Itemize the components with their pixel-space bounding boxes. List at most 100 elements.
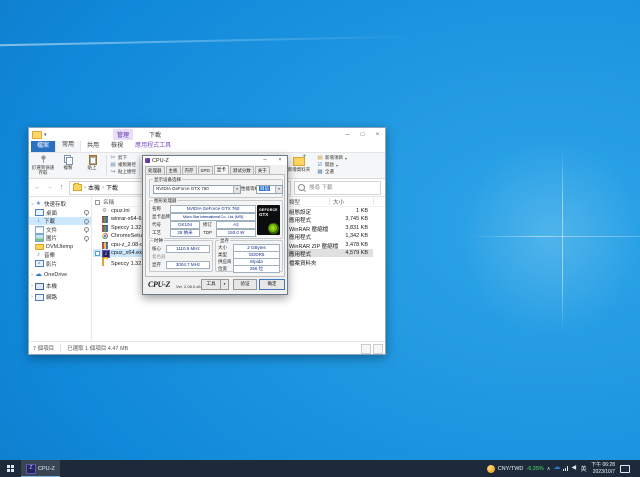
news-widget-icon[interactable] [487, 465, 495, 473]
network-icon[interactable] [563, 466, 568, 471]
select-all-button[interactable]: 全選 [317, 169, 334, 175]
open-button[interactable]: 開啟 ▾ [317, 162, 338, 168]
paste-button[interactable]: 貼上 [80, 155, 104, 170]
new-folder-button[interactable]: 新增資料夾 [287, 155, 311, 172]
tab-file[interactable]: 檔案 [31, 141, 55, 152]
tab-spd[interactable]: SPD [198, 166, 213, 174]
sidebar-item-this-pc[interactable]: › 本機 [29, 282, 91, 290]
winrar-exe-icon [102, 216, 108, 223]
core-clock-label: 核心 [152, 246, 161, 251]
tab-view[interactable]: 檢視 [105, 141, 129, 152]
tab-cpu[interactable]: 处理器 [145, 166, 165, 174]
music-icon [35, 252, 42, 258]
minimize-button[interactable]: ─ [258, 156, 272, 165]
chevron-down-icon[interactable]: ▾ [233, 186, 240, 193]
column-header-size[interactable]: 大小 [333, 198, 344, 206]
pin-icon [84, 210, 89, 215]
memory-clock-value: 3004.7 MHz [166, 261, 210, 269]
close-button[interactable]: × [273, 156, 287, 165]
paste-shortcut-button[interactable]: 貼上捷徑 [110, 169, 136, 175]
sidebar-item-documents[interactable]: 文件 [29, 226, 91, 234]
sidebar-item-quick-access[interactable]: › 快速存取 [29, 200, 91, 208]
tdp-label: TDP [203, 230, 212, 235]
perf-level-dropdown[interactable]: 目前 ▾ [256, 185, 283, 194]
display-device-dropdown[interactable]: NVIDIA GeForce GTX 760 ▾ [153, 185, 241, 194]
chevron-down-icon[interactable]: ▾ [275, 186, 282, 193]
onedrive-tray-icon[interactable] [553, 464, 560, 473]
tab-application-tools[interactable]: 應用程式工具 [129, 141, 177, 152]
copy-path-button[interactable]: 複製路徑 [110, 162, 136, 168]
validate-button[interactable]: 验证 [233, 279, 257, 290]
back-button[interactable]: ← [33, 184, 42, 191]
navigation-pane: › 快速存取 桌面 下載 文件 [29, 197, 92, 341]
tab-about[interactable]: 关于 [255, 166, 270, 174]
column-separator[interactable] [329, 198, 330, 205]
show-hidden-icons-chevron[interactable]: ∧ [547, 466, 551, 472]
start-button[interactable] [0, 460, 21, 477]
ok-button[interactable]: 确定 [259, 279, 285, 290]
folder-icon [35, 244, 44, 250]
ime-indicator[interactable]: 英 [579, 464, 588, 473]
sidebar-item-videos[interactable]: 影片 [29, 260, 91, 268]
bus-width-value: 256 位 [233, 265, 280, 273]
tab-share[interactable]: 共用 [81, 141, 105, 152]
group-legend: 显示设备选择 [153, 177, 182, 182]
sidebar-item-onedrive[interactable]: › OneDrive [29, 271, 91, 279]
cut-button[interactable]: 剪下 [110, 155, 127, 161]
select-all-checkbox[interactable] [95, 200, 100, 205]
sidebar-item-pictures[interactable]: 圖片 [29, 234, 91, 242]
tools-dropdown-icon[interactable]: ▾ [220, 279, 229, 290]
search-input[interactable] [307, 184, 377, 192]
wallpaper-light-beam [0, 35, 418, 46]
details-view-button[interactable] [361, 344, 371, 354]
minimize-button[interactable]: ─ [340, 128, 355, 141]
tab-mainboard[interactable]: 主板 [166, 166, 181, 174]
column-header-type[interactable]: 類型 [289, 198, 300, 206]
widget-currency-pair[interactable]: CNY/TWD [498, 466, 524, 472]
widget-change-percent[interactable]: -0.35% [526, 466, 543, 472]
group-legend: 图形处理器 [153, 198, 178, 203]
qat-dropdown-icon[interactable]: ▾ [44, 132, 47, 138]
row-checkbox[interactable] [95, 251, 100, 256]
technology-value: 28 纳米 [170, 229, 200, 237]
taskbar-app-cpuz[interactable]: CPU-Z [21, 460, 60, 477]
code-name-label: 代号 [152, 222, 161, 227]
breadcrumb-this-pc[interactable]: 本機 [88, 183, 100, 192]
column-separator[interactable] [373, 198, 374, 205]
speaker-icon[interactable]: ◀ [571, 464, 576, 473]
sidebar-item-desktop[interactable]: 桌面 [29, 209, 91, 217]
cpuz-titlebar[interactable]: CPU-Z ─ × [143, 156, 287, 165]
action-center-icon[interactable] [620, 465, 630, 473]
paste-shortcut-icon [110, 169, 116, 175]
downloads-icon [35, 218, 42, 224]
large-icons-view-button[interactable] [373, 344, 383, 354]
tab-graphics[interactable]: 显卡 [214, 165, 229, 174]
close-button[interactable]: × [370, 128, 385, 141]
new-item-button[interactable]: 新增項目 ▾ [317, 155, 347, 161]
sidebar-item-downloads[interactable]: 下載 [29, 217, 91, 225]
breadcrumb-downloads[interactable]: 下載 [106, 183, 118, 192]
explorer-titlebar[interactable]: ▾ 管理 下載 ─ □ × [29, 128, 385, 141]
vram-type-label: 类型 [218, 252, 227, 257]
up-button[interactable]: ↑ [57, 184, 66, 191]
sidebar-item-music[interactable]: 音樂 [29, 251, 91, 259]
tab-memory[interactable]: 内存 [182, 166, 197, 174]
tools-button[interactable]: 工具 [201, 279, 221, 290]
column-header-name[interactable]: 名稱 [103, 198, 114, 206]
window-title: 下載 [149, 130, 161, 139]
forward-button[interactable]: → [45, 184, 54, 191]
cpuz-window-title: CPU-Z [152, 158, 169, 164]
board-manufacturer-value: Micro-Star International Co., Ltd. [MSI] [170, 213, 256, 221]
bus-width-label: 位宽 [218, 266, 227, 271]
sidebar-item-folder[interactable]: DVMJtemp [29, 243, 91, 251]
windows-logo-icon [7, 465, 14, 472]
copy-button[interactable]: 複製 [56, 155, 80, 170]
clock[interactable]: 下午 06:28 2023/10/7 [591, 462, 615, 475]
new-folder-icon [293, 157, 305, 166]
ini-file-icon [102, 208, 108, 214]
maximize-button[interactable]: □ [355, 128, 370, 141]
tab-bench[interactable]: 测试分数 [230, 166, 254, 174]
sidebar-item-network[interactable]: › 網路 [29, 293, 91, 301]
search-box[interactable] [294, 181, 381, 195]
pin-to-quick-access-button[interactable]: 釘選到快速存取 [31, 155, 55, 175]
